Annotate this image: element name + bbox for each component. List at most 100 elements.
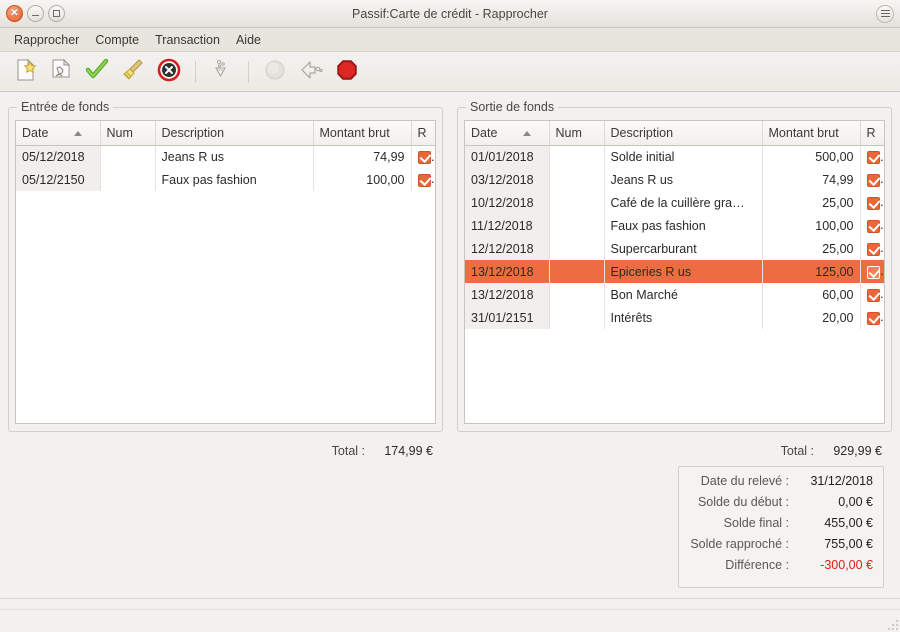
minimize-button[interactable] xyxy=(27,5,44,22)
credits-pane: Entrée de fonds Date xyxy=(8,100,443,462)
sort-ascending-icon xyxy=(74,131,82,136)
debits-col-reconciled[interactable]: R xyxy=(860,121,884,145)
credits-col-description[interactable]: Description xyxy=(155,121,313,145)
row-amount: 500,00 xyxy=(762,145,860,168)
resize-grip[interactable] xyxy=(886,618,898,630)
debits-listview[interactable]: Date Num Description Montant brut R xyxy=(464,120,885,424)
row-description: Solde initial xyxy=(604,145,762,168)
table-row[interactable]: 12/12/2018 Supercarburant 25,00 xyxy=(465,237,884,260)
menu-transaction[interactable]: Transaction xyxy=(147,31,228,49)
delete-button[interactable] xyxy=(152,55,186,89)
row-reconciled[interactable] xyxy=(860,283,884,306)
credits-col-date[interactable]: Date xyxy=(16,121,100,145)
table-row[interactable]: 05/12/2150 Faux pas fashion 100,00 xyxy=(16,168,435,191)
checkbox-checked-icon[interactable] xyxy=(867,243,880,256)
debits-col-description[interactable]: Description xyxy=(604,121,762,145)
main-content: Entrée de fonds Date xyxy=(0,92,900,596)
reconcile-check-button[interactable] xyxy=(80,55,114,89)
credits-table: Date Num Description Montant brut R xyxy=(16,121,435,191)
row-amount: 74,99 xyxy=(313,145,411,168)
stop-button[interactable] xyxy=(330,55,364,89)
row-date: 01/01/2018 xyxy=(465,145,549,168)
row-num xyxy=(100,145,155,168)
row-date: 12/12/2018 xyxy=(465,237,549,260)
row-reconciled[interactable] xyxy=(860,191,884,214)
row-description: Epiceries R us xyxy=(604,260,762,283)
table-row[interactable]: 11/12/2018 Faux pas fashion 100,00 xyxy=(465,214,884,237)
reconcile-window: ✕ Passif:Carte de crédit - Rapprocher Ra… xyxy=(0,0,900,632)
edit-button[interactable] xyxy=(44,55,78,89)
credits-total-value: 174,99 € xyxy=(371,444,433,458)
summary-label: Solde final : xyxy=(724,516,789,530)
row-reconciled[interactable] xyxy=(860,145,884,168)
debits-col-date[interactable]: Date xyxy=(465,121,549,145)
checkbox-checked-icon[interactable] xyxy=(867,289,880,302)
table-row-selected[interactable]: 13/12/2018 Epiceries R us 125,00 xyxy=(465,260,884,283)
table-row[interactable]: 03/12/2018 Jeans R us 74,99 xyxy=(465,168,884,191)
row-reconciled[interactable] xyxy=(860,168,884,191)
menu-aide[interactable]: Aide xyxy=(228,31,269,49)
row-reconciled[interactable] xyxy=(860,306,884,329)
open-account-button[interactable] xyxy=(205,55,239,89)
blank-circle-icon xyxy=(262,57,288,86)
row-reconciled[interactable] xyxy=(860,237,884,260)
credits-total-label: Total : xyxy=(332,444,365,458)
menu-rapprocher[interactable]: Rapprocher xyxy=(6,31,87,49)
clean-button[interactable] xyxy=(116,55,150,89)
checkbox-checked-icon[interactable] xyxy=(867,220,880,233)
row-num xyxy=(549,145,604,168)
row-amount: 100,00 xyxy=(313,168,411,191)
row-amount: 20,00 xyxy=(762,306,860,329)
credits-col-reconciled[interactable]: R xyxy=(411,121,435,145)
row-reconciled[interactable] xyxy=(411,168,435,191)
debits-col-amount[interactable]: Montant brut xyxy=(762,121,860,145)
row-date: 11/12/2018 xyxy=(465,214,549,237)
summary-difference: Différence : -300,00 € xyxy=(689,558,873,579)
status-bar xyxy=(0,598,900,632)
checkbox-checked-icon[interactable] xyxy=(867,197,880,210)
credits-listview[interactable]: Date Num Description Montant brut R xyxy=(15,120,436,424)
table-row[interactable]: 10/12/2018 Café de la cuillère gra… 25,0… xyxy=(465,191,884,214)
debits-legend: Sortie de fonds xyxy=(466,100,558,114)
row-date: 13/12/2018 xyxy=(465,283,549,306)
row-description: Intérêts xyxy=(604,306,762,329)
new-button[interactable] xyxy=(8,55,42,89)
checkbox-checked-icon[interactable] xyxy=(418,151,431,164)
reconcile-panes: Entrée de fonds Date xyxy=(8,100,892,462)
table-row[interactable]: 05/12/2018 Jeans R us 74,99 xyxy=(16,145,435,168)
row-num xyxy=(549,191,604,214)
checkbox-checked-icon[interactable] xyxy=(418,174,431,187)
checkbox-checked-icon[interactable] xyxy=(867,266,880,279)
table-row[interactable]: 01/01/2018 Solde initial 500,00 xyxy=(465,145,884,168)
summary-value: 455,00 € xyxy=(797,516,873,530)
summary-area: Date du relevé : 31/12/2018 Solde du déb… xyxy=(8,462,892,596)
summary-label: Date du relevé : xyxy=(701,474,789,488)
maximize-button[interactable] xyxy=(48,5,65,22)
blank-circle-button[interactable] xyxy=(258,55,292,89)
row-date: 05/12/2018 xyxy=(16,145,100,168)
table-row[interactable]: 13/12/2018 Bon Marché 60,00 xyxy=(465,283,884,306)
row-reconciled[interactable] xyxy=(860,214,884,237)
toolbar-separator-2 xyxy=(248,61,249,83)
table-row[interactable]: 31/01/2151 Intérêts 20,00 xyxy=(465,306,884,329)
menu-compte[interactable]: Compte xyxy=(87,31,147,49)
row-reconciled[interactable] xyxy=(411,145,435,168)
row-description: Faux pas fashion xyxy=(604,214,762,237)
stop-icon xyxy=(334,57,360,86)
title-bar: ✕ Passif:Carte de crédit - Rapprocher xyxy=(0,0,900,28)
debits-total-label: Total : xyxy=(781,444,814,458)
checkbox-checked-icon[interactable] xyxy=(867,312,880,325)
credits-col-amount[interactable]: Montant brut xyxy=(313,121,411,145)
checkbox-checked-icon[interactable] xyxy=(867,174,880,187)
checkbox-checked-icon[interactable] xyxy=(867,151,880,164)
back-button[interactable] xyxy=(294,55,328,89)
debits-header-row: Date Num Description Montant brut R xyxy=(465,121,884,145)
close-button[interactable]: ✕ xyxy=(6,5,23,22)
back-arrow-icon xyxy=(298,57,324,86)
row-date: 10/12/2018 xyxy=(465,191,549,214)
row-num xyxy=(549,214,604,237)
debits-col-num[interactable]: Num xyxy=(549,121,604,145)
row-reconciled[interactable] xyxy=(860,260,884,283)
hamburger-menu-icon[interactable] xyxy=(876,5,894,23)
credits-col-num[interactable]: Num xyxy=(100,121,155,145)
